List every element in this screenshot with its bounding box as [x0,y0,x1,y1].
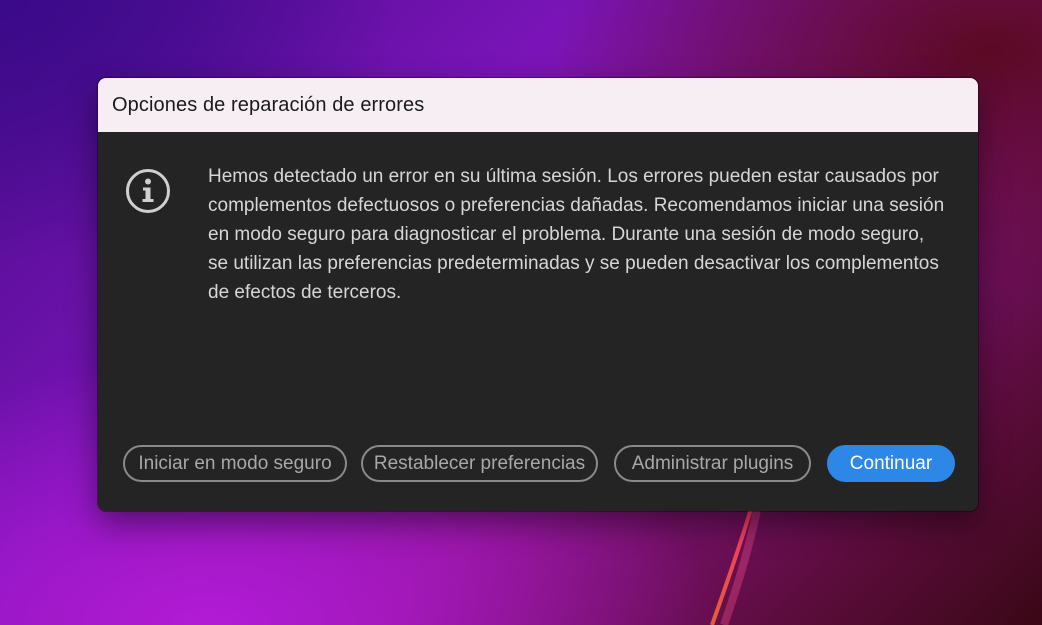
error-repair-dialog: Opciones de reparación de errores Hemos … [98,78,978,511]
dialog-title: Opciones de reparación de errores [112,93,425,116]
manage-plugins-button[interactable]: Administrar plugins [614,445,811,482]
dialog-title-bar: Opciones de reparación de errores [98,78,978,132]
safe-mode-button[interactable]: Iniciar en modo seguro [123,445,347,482]
dialog-message: Hemos detectado un error en su última se… [208,166,945,303]
reset-preferences-button[interactable]: Restablecer preferencias [361,445,598,482]
continue-button[interactable]: Continuar [827,445,955,482]
info-icon [126,169,170,213]
